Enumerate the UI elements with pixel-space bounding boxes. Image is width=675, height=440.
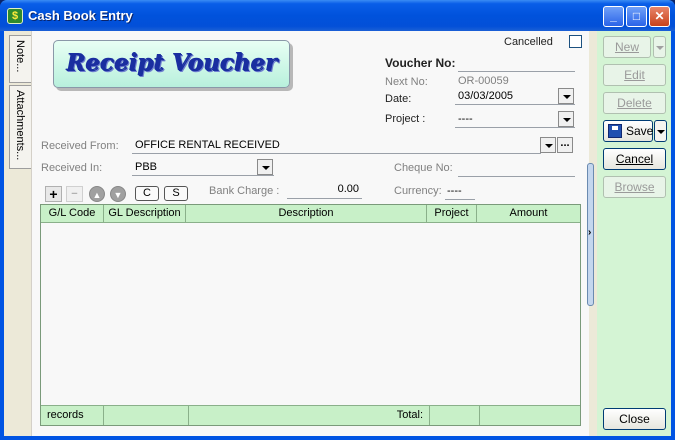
- total-amount: [480, 406, 580, 425]
- project-value: ----: [458, 113, 473, 125]
- browse-button[interactable]: Browse: [603, 176, 666, 198]
- received-in-dropdown-icon[interactable]: [257, 159, 273, 175]
- total-label: Total:: [189, 406, 430, 425]
- bank-charge-label: Bank Charge :: [209, 185, 280, 197]
- bank-charge-input[interactable]: 0.00: [287, 183, 362, 199]
- title-bar[interactable]: $ Cash Book Entry _ □ ✕: [0, 0, 675, 31]
- received-from-field[interactable]: OFFICE RENTAL RECEIVED: [132, 137, 541, 154]
- save-dropdown-icon[interactable]: [654, 120, 667, 142]
- currency-value: ----: [447, 185, 462, 197]
- col-description[interactable]: Description: [186, 205, 427, 223]
- voucher-no-label: Voucher No:: [385, 56, 456, 70]
- save-disk-icon: [608, 124, 622, 138]
- received-from-value: OFFICE RENTAL RECEIVED: [135, 139, 280, 151]
- col-gl-description[interactable]: GL Description: [104, 205, 186, 223]
- add-row-button[interactable]: +: [45, 186, 62, 202]
- gl-entry-grid[interactable]: G/L Code GL Description Description Proj…: [40, 204, 581, 426]
- move-up-icon[interactable]: ▲: [89, 186, 105, 202]
- close-button[interactable]: Close: [603, 408, 666, 430]
- action-panel: New Edit Delete Save Cancel Browse Close: [597, 31, 671, 436]
- cancelled-checkbox[interactable]: [569, 35, 582, 48]
- col-gl-code[interactable]: G/L Code: [41, 205, 104, 223]
- attachments-tab[interactable]: Attachments...: [9, 85, 31, 169]
- new-button[interactable]: New: [603, 36, 651, 58]
- minimize-button[interactable]: _: [603, 6, 624, 27]
- project-field[interactable]: ----: [455, 111, 575, 128]
- close-window-button[interactable]: ✕: [649, 6, 670, 27]
- maximize-button[interactable]: □: [626, 6, 647, 27]
- s-button[interactable]: S: [164, 186, 188, 201]
- currency-field[interactable]: [445, 199, 475, 200]
- grid-footer: records Total:: [41, 405, 580, 425]
- footer-blank-2: [430, 406, 480, 425]
- received-from-lookup-button[interactable]: ...: [557, 137, 573, 153]
- edit-button[interactable]: Edit: [603, 64, 666, 86]
- footer-blank-1: [104, 406, 189, 425]
- received-from-dropdown-icon[interactable]: [540, 137, 556, 153]
- client-area: Note... Attachments... Receipt Voucher C…: [4, 31, 671, 436]
- date-label: Date:: [385, 93, 412, 105]
- cancel-button[interactable]: Cancel: [603, 148, 666, 170]
- cheque-no-field[interactable]: [458, 176, 575, 177]
- date-field[interactable]: 03/03/2005: [455, 88, 575, 105]
- delete-button[interactable]: Delete: [603, 92, 666, 114]
- remove-row-button[interactable]: −: [66, 186, 83, 202]
- date-dropdown-icon[interactable]: [558, 88, 574, 104]
- records-count: records: [41, 406, 104, 425]
- attachments-tab-label: Attachments...: [14, 90, 26, 161]
- project-dropdown-icon[interactable]: [558, 111, 574, 127]
- col-amount[interactable]: Amount: [477, 205, 580, 223]
- next-no-label: Next No:: [385, 76, 428, 88]
- received-from-label: Received From:: [41, 140, 119, 152]
- date-value: 03/03/2005: [458, 90, 514, 102]
- collapse-arrow-icon[interactable]: ›: [588, 227, 591, 238]
- cancelled-label: Cancelled: [504, 36, 553, 48]
- note-tab-label: Note...: [14, 40, 26, 73]
- received-in-field[interactable]: PBB: [132, 159, 274, 176]
- new-dropdown-icon[interactable]: [653, 36, 666, 58]
- project-label: Project :: [385, 113, 426, 125]
- cheque-no-label: Cheque No:: [394, 162, 453, 174]
- grid-header: G/L Code GL Description Description Proj…: [41, 205, 580, 223]
- currency-label: Currency:: [394, 185, 442, 197]
- voucher-no-field[interactable]: [458, 71, 575, 72]
- note-tab[interactable]: Note...: [9, 35, 31, 83]
- col-project[interactable]: Project: [427, 205, 477, 223]
- logo-text: Receipt Voucher: [65, 49, 278, 76]
- c-button[interactable]: C: [135, 186, 159, 201]
- received-in-label: Received In:: [41, 162, 103, 174]
- window-title: Cash Book Entry: [28, 8, 133, 23]
- voucher-form: Receipt Voucher Cancelled Voucher No: Ne…: [31, 31, 594, 436]
- next-no-value: OR-00059: [458, 75, 509, 87]
- move-down-icon[interactable]: ▼: [110, 186, 126, 202]
- save-button[interactable]: Save: [603, 120, 653, 142]
- app-icon: $: [7, 8, 23, 24]
- save-label: Save: [626, 124, 654, 138]
- received-in-value: PBB: [135, 161, 158, 173]
- cash-book-entry-window: $ Cash Book Entry _ □ ✕ Note... Attachme…: [0, 0, 675, 440]
- receipt-voucher-logo: Receipt Voucher: [53, 40, 290, 88]
